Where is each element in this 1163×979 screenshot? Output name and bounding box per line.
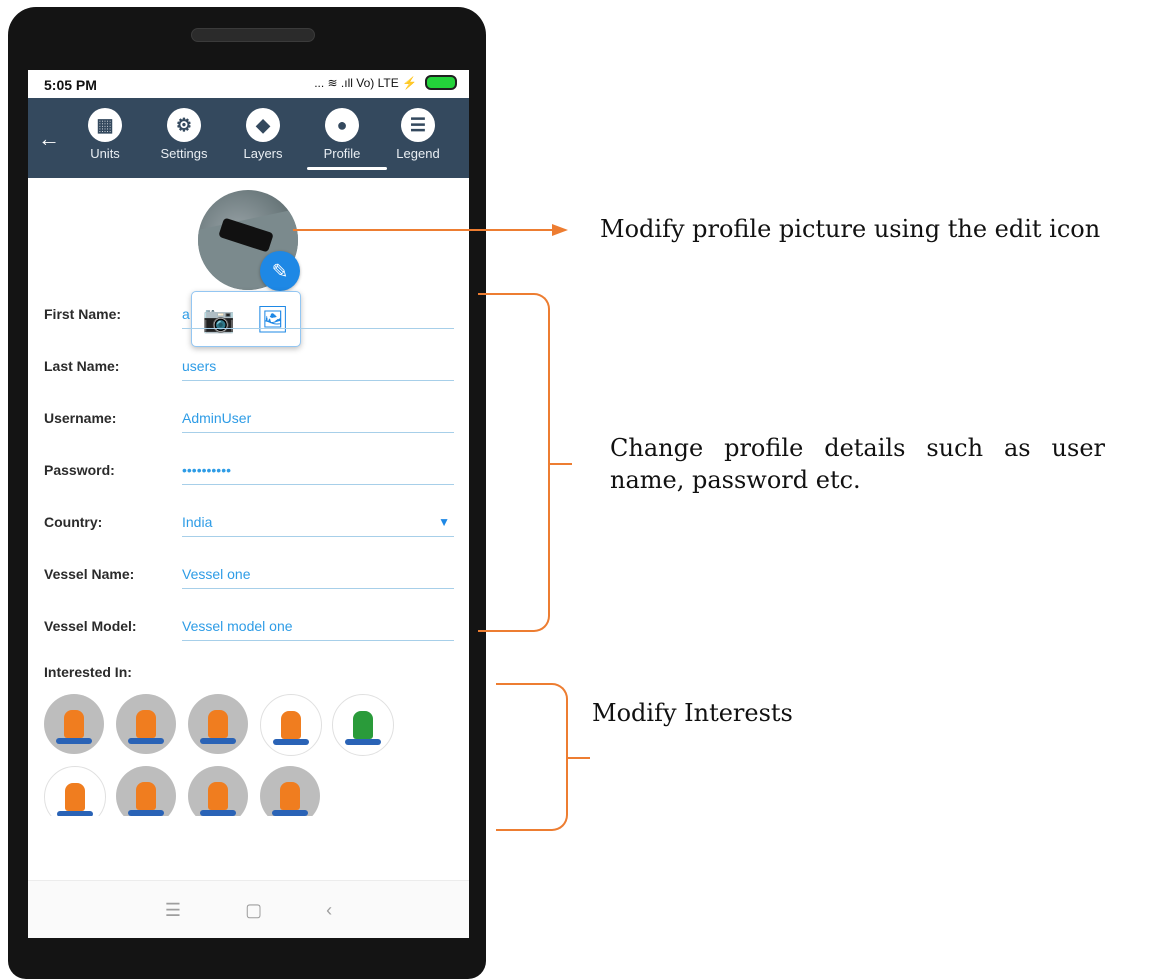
first-name-label: First Name: — [44, 306, 122, 322]
profile-picture-annotation-line — [293, 229, 553, 231]
jetski-icon[interactable] — [116, 694, 176, 754]
country-select[interactable]: India ▼ — [182, 512, 454, 537]
profile-details-bracket-tip — [548, 462, 572, 465]
interests-grid — [44, 694, 464, 816]
jetski-wave — [128, 738, 164, 744]
username-field: Username: AdminUser — [44, 402, 454, 442]
fishing-figure — [64, 710, 84, 738]
arrow-right-icon — [552, 224, 568, 236]
sailboat-wave — [345, 739, 381, 745]
status-time: 5:05 PM — [44, 77, 97, 93]
tab-settings[interactable]: ⚙ Settings — [149, 108, 219, 161]
system-navigation-bar: ☰ ▢ ‹ — [28, 880, 469, 938]
surf-icon[interactable] — [116, 766, 176, 816]
tab-profile-label: Profile — [323, 146, 361, 161]
sailing-icon[interactable] — [44, 766, 106, 816]
status-icons-text: ... ≋ .ıll Vo) LTE ⚡ — [314, 75, 417, 90]
legend-icon: ☰ — [401, 108, 435, 142]
wakeboard-icon[interactable] — [188, 766, 248, 816]
pencil-icon: ✎ — [271, 260, 289, 283]
sailing-figure — [65, 783, 85, 811]
kitesurf-wave — [200, 738, 236, 744]
interests-bracket-tip — [566, 757, 590, 759]
paddleboard-wave — [273, 739, 309, 745]
tab-layers-label: Layers — [243, 146, 283, 161]
gear-icon: ⚙ — [167, 108, 201, 142]
paddleboard-icon[interactable] — [260, 694, 322, 756]
layers-icon: ◆ — [246, 108, 280, 142]
waterski-icon[interactable] — [260, 766, 320, 816]
tab-legend[interactable]: ☰ Legend — [383, 108, 453, 161]
vessel-model-field: Vessel Model: Vessel model one — [44, 610, 454, 650]
status-icons: ... ≋ .ıll Vo) LTE ⚡ — [314, 75, 457, 90]
back-icon[interactable]: ‹ — [326, 900, 332, 921]
top-navigation: ← ▦ Units ⚙ Settings ◆ Layers ● Profile … — [28, 98, 469, 178]
country-field: Country: India ▼ — [44, 506, 454, 546]
last-name-label: Last Name: — [44, 358, 120, 374]
profile-details-bracket — [478, 293, 572, 632]
waterski-figure — [280, 782, 300, 810]
kitesurf-icon[interactable] — [188, 694, 248, 754]
home-icon[interactable]: ▢ — [245, 900, 262, 921]
profile-details-annotation: Change profile details such as user name… — [610, 434, 1105, 495]
tab-profile[interactable]: ● Profile — [307, 108, 387, 170]
fishing-icon[interactable] — [44, 694, 104, 754]
vessel-name-label: Vessel Name: — [44, 566, 135, 582]
username-input[interactable]: AdminUser — [182, 408, 454, 433]
battery-icon — [425, 75, 457, 90]
interests-bracket — [496, 683, 590, 831]
paddleboard-figure — [281, 711, 301, 739]
tab-units[interactable]: ▦ Units — [70, 108, 140, 161]
last-name-field: Last Name: users — [44, 350, 454, 390]
menu-icon[interactable]: ☰ — [165, 900, 181, 921]
user-icon: ● — [325, 108, 359, 142]
sailing-wave — [57, 811, 93, 816]
fishing-wave — [56, 738, 92, 744]
wakeboard-wave — [200, 810, 236, 816]
password-label: Password: — [44, 462, 115, 478]
edit-avatar-button[interactable]: ✎ — [260, 251, 300, 291]
interests-label: Interested In: — [44, 664, 132, 680]
status-bar: 5:05 PM ... ≋ .ıll Vo) LTE ⚡ — [28, 70, 469, 98]
username-label: Username: — [44, 410, 117, 426]
tab-legend-label: Legend — [396, 146, 440, 161]
sailboat-figure — [353, 711, 373, 739]
jetski-figure — [136, 710, 156, 738]
tab-units-label: Units — [90, 146, 120, 161]
back-arrow-icon[interactable]: ← — [38, 126, 60, 152]
active-tab-indicator — [307, 167, 387, 170]
units-icon: ▦ — [88, 108, 122, 142]
surf-wave — [128, 810, 164, 816]
first-name-input[interactable]: a — [182, 304, 454, 329]
profile-picture-annotation: Modify profile picture using the edit ic… — [600, 215, 1101, 243]
phone-frame: 5:05 PM ... ≋ .ıll Vo) LTE ⚡ ← ▦ Units ⚙… — [8, 7, 486, 979]
tab-layers[interactable]: ◆ Layers — [228, 108, 298, 161]
speaker-grille — [191, 28, 315, 42]
password-field: Password: •••••••••• — [44, 454, 454, 494]
kitesurf-figure — [208, 710, 228, 738]
first-name-field: First Name: a — [44, 298, 454, 338]
country-select-value: India — [182, 514, 213, 530]
last-name-input[interactable]: users — [182, 356, 454, 381]
phone-screen: 5:05 PM ... ≋ .ıll Vo) LTE ⚡ ← ▦ Units ⚙… — [28, 70, 469, 938]
wakeboard-figure — [208, 782, 228, 810]
tab-settings-label: Settings — [160, 146, 208, 161]
vessel-name-field: Vessel Name: Vessel one — [44, 558, 454, 598]
sailboat-icon[interactable] — [332, 694, 394, 756]
surf-figure — [136, 782, 156, 810]
waterski-wave — [272, 810, 308, 816]
chevron-down-icon: ▼ — [438, 515, 450, 529]
vessel-model-label: Vessel Model: — [44, 618, 137, 634]
vessel-name-input[interactable]: Vessel one — [182, 564, 454, 589]
vessel-model-input[interactable]: Vessel model one — [182, 616, 454, 641]
interests-annotation: Modify Interests — [592, 699, 793, 727]
password-input[interactable]: •••••••••• — [182, 460, 454, 485]
country-label: Country: — [44, 514, 103, 530]
